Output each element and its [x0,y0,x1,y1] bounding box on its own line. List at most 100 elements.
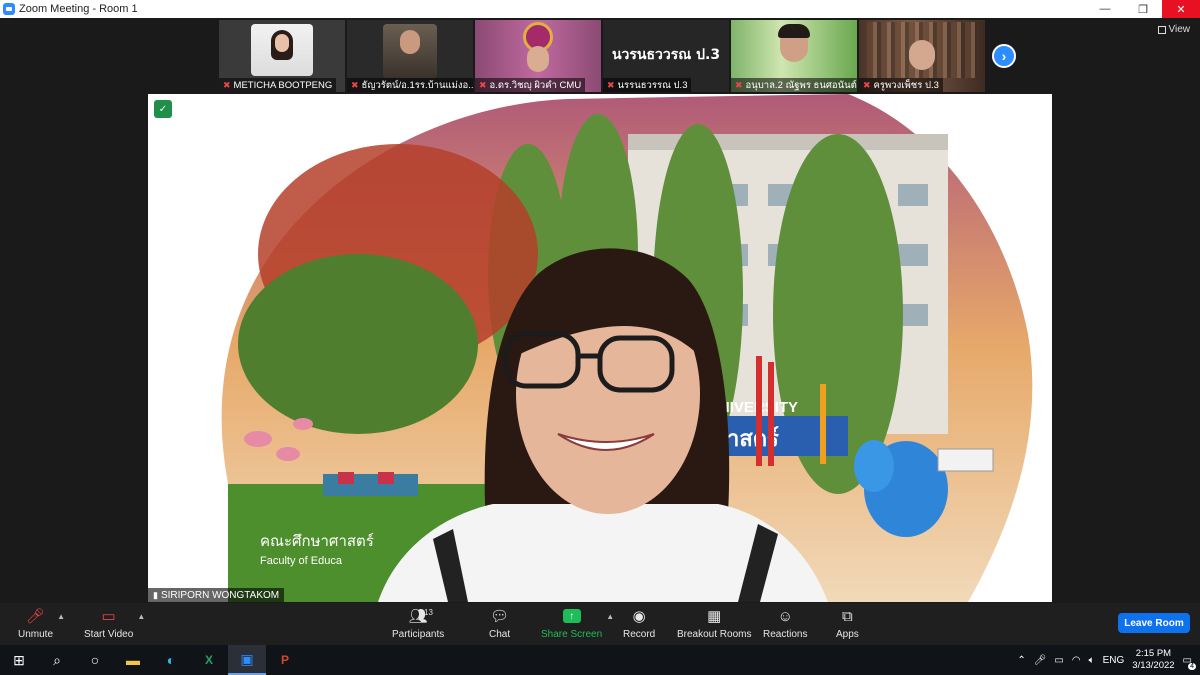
system-tray: ⌃ 🎤︎ ▭ ◠ 🔈︎ ENG 2:15 PM 3/13/2022 ▭ 4 [1017,645,1200,675]
start-video-label: Start Video [84,629,134,640]
participant-name: ครูพวงเพ็ชร ป.3 [873,79,939,91]
participant-name-label: ✖ นรรนธวรรณ ป.3 [603,78,692,92]
leave-room-button[interactable]: Leave Room [1118,613,1190,633]
participants-count: 13 [424,608,433,617]
view-button[interactable]: View [1157,24,1191,35]
notification-count: 4 [1188,662,1196,670]
participant-name-label: ✖ METICHA BOOTPENG [219,78,337,92]
view-label: View [1168,24,1191,35]
wifi-icon[interactable]: ◠ [1072,655,1081,666]
share-screen-icon: ↑ [562,609,581,623]
window-titlebar: Zoom Meeting - Room 1 — ❐ ✕ [0,0,1200,18]
mic-muted-icon: 🎤︎ [25,608,46,625]
gallery-grid-icon [1157,25,1166,34]
participants-label: Participants [392,629,445,640]
excel-icon[interactable]: X [190,645,228,675]
clock-time: 2:15 PM [1135,648,1172,659]
participant-tile[interactable]: ✖ อ.ดร.วิชญุ ผิวคำ CMU [475,20,601,92]
record-button[interactable]: ◉ Record [623,606,655,640]
participant-tile[interactable]: นวรนธววรณ ป.3 ✖ นรรนธวรรณ ป.3 [603,20,729,92]
zoom-taskbar-icon[interactable]: ▣ [228,645,266,675]
windows-start-icon[interactable]: ⊞ [0,645,38,675]
breakout-rooms-label: Breakout Rooms [677,629,752,640]
garden-bench [323,474,418,496]
mic-muted-icon: ✖ [607,79,615,90]
audio-options-caret-icon[interactable]: ▲ [57,612,65,621]
close-button[interactable]: ✕ [1162,0,1200,18]
participant-name-label: ✖ อ.ดร.วิชญุ ผิวคำ CMU [475,78,586,92]
participant-face [527,46,549,72]
record-label: Record [623,629,656,640]
unmute-label: Unmute [18,629,54,640]
reactions-label: Reactions [763,629,808,640]
powerpoint-icon[interactable]: P [266,645,304,675]
video-options-caret-icon[interactable]: ▲ [137,612,145,621]
participant-name-label: ✖ ครูพวงเพ็ชร ป.3 [859,78,943,92]
participant-hair [778,24,810,38]
participant-name: ธัญวรัตน์/อ.1รร.บ้านแม่งอ... [361,79,473,91]
minimize-button[interactable]: — [1086,0,1124,18]
mic-muted-icon: ✖ [223,79,231,90]
zoom-app-icon [3,3,15,15]
windows-taskbar: ⊞ ⌕ ○ ▬ ◐ X ▣ P ⌃ 🎤︎ ▭ ◠ 🔈︎ ENG 2:15 PM … [0,645,1200,675]
participant-name-label: ✖ ธัญวรัตน์/อ.1รร.บ้านแม่งอ... [347,78,473,92]
file-explorer-icon[interactable]: ▬ [114,645,152,675]
participant-tile[interactable]: ✖ METICHA BOOTPENG [219,20,345,92]
security-shield-icon[interactable]: ✓ [154,100,172,118]
participant-name: METICHA BOOTPENG [233,79,333,91]
apps-icon: ⧉ [842,607,853,625]
participant-face [909,40,935,70]
share-screen-label: Share Screen [541,629,603,640]
language-indicator[interactable]: ENG [1103,655,1125,666]
speaker-name-label: ▮ SIRIPORN WONGTAKOM [148,588,285,602]
participants-button[interactable]: 👥︎ 13 Participants [392,606,444,640]
participant-name-label: ✖อนุบาล.2 ณัฐพร ธนศอนันต์สั... [731,78,857,92]
participant-strip: ✖ METICHA BOOTPENG ✖ ธัญวรัตน์/อ.1รร.บ้านแ… [219,20,985,92]
breakout-rooms-button[interactable]: ▦ Breakout Rooms [677,606,751,640]
chat-button[interactable]: 💬︎ Chat [489,606,510,640]
chat-label: Chat [489,629,511,640]
participant-tile[interactable]: ✖ ครูพวงเพ็ชร ป.3 [859,20,985,92]
video-off-icon: ▭ [101,608,116,625]
apps-label: Apps [836,629,859,640]
task-view-icon[interactable]: ○ [76,645,114,675]
active-speaker-video: UNIVERSITY ศาสตร์ คณะศึกษาศาสตร์ Faculty… [148,94,1052,602]
share-screen-button[interactable]: ↑ Share Screen ▲ [541,606,614,640]
reactions-icon: ☺ [777,607,793,625]
notifications-icon[interactable]: ▭ 4 [1183,655,1196,670]
participant-tile[interactable]: ✖อนุบาล.2 ณัฐพร ธนศอนันต์สั... [731,20,857,92]
mic-muted-icon: ✖ [863,79,871,90]
participant-display-name: นวรนธววรณ ป.3 [611,47,721,63]
window-controls: — ❐ ✕ [1086,0,1200,18]
chevron-up-icon[interactable]: ⌃ [1017,655,1025,666]
volume-icon[interactable]: 🔈︎ [1089,655,1095,666]
clock-date: 3/13/2022 [1132,660,1175,671]
edge-browser-icon[interactable]: ◐ [152,645,190,675]
clock[interactable]: 2:15 PM 3/13/2022 [1132,648,1174,672]
signal-bars-icon: ▮ [153,589,158,600]
restore-button[interactable]: ❐ [1124,0,1162,18]
apps-button[interactable]: ⧉ Apps [836,606,859,641]
record-icon: ◉ [632,608,646,625]
battery-icon[interactable]: ▭ [1054,655,1063,666]
start-video-button[interactable]: ▭ Start Video ▲ [84,606,145,640]
mic-muted-icon: ✖ [735,79,743,90]
faculty-text-thai: คณะศึกษาศาสตร์ [260,532,374,550]
participant-name: นรรนธวรรณ ป.3 [617,79,688,91]
participant-tile[interactable]: ✖ ธัญวรัตน์/อ.1รร.บ้านแม่งอ... [347,20,473,92]
search-icon[interactable]: ⌕ [38,645,76,675]
next-page-arrow-icon[interactable]: › [992,44,1016,68]
faculty-text-en: Faculty of Educa [260,555,343,567]
breakout-rooms-icon: ▦ [707,608,722,625]
participant-name: อ.ดร.วิชญุ ผิวคำ CMU [489,79,582,91]
participant-face [400,30,420,54]
share-options-caret-icon[interactable]: ▲ [606,612,614,621]
mic-muted-icon: ✖ [479,79,487,90]
unmute-button[interactable]: 🎤︎ Unmute ▲ [18,606,65,640]
reactions-button[interactable]: ☺ Reactions [763,606,808,641]
speaker-name: SIRIPORN WONGTAKOM [160,589,280,601]
participant-name: อนุบาล.2 ณัฐพร ธนศอนันต์สั... [745,79,857,91]
virtual-background: UNIVERSITY ศาสตร์ คณะศึกษาศาสตร์ Faculty… [148,94,1052,602]
microphone-tray-icon[interactable]: 🎤︎ [1034,655,1047,666]
window-title: Zoom Meeting - Room 1 [19,3,138,15]
